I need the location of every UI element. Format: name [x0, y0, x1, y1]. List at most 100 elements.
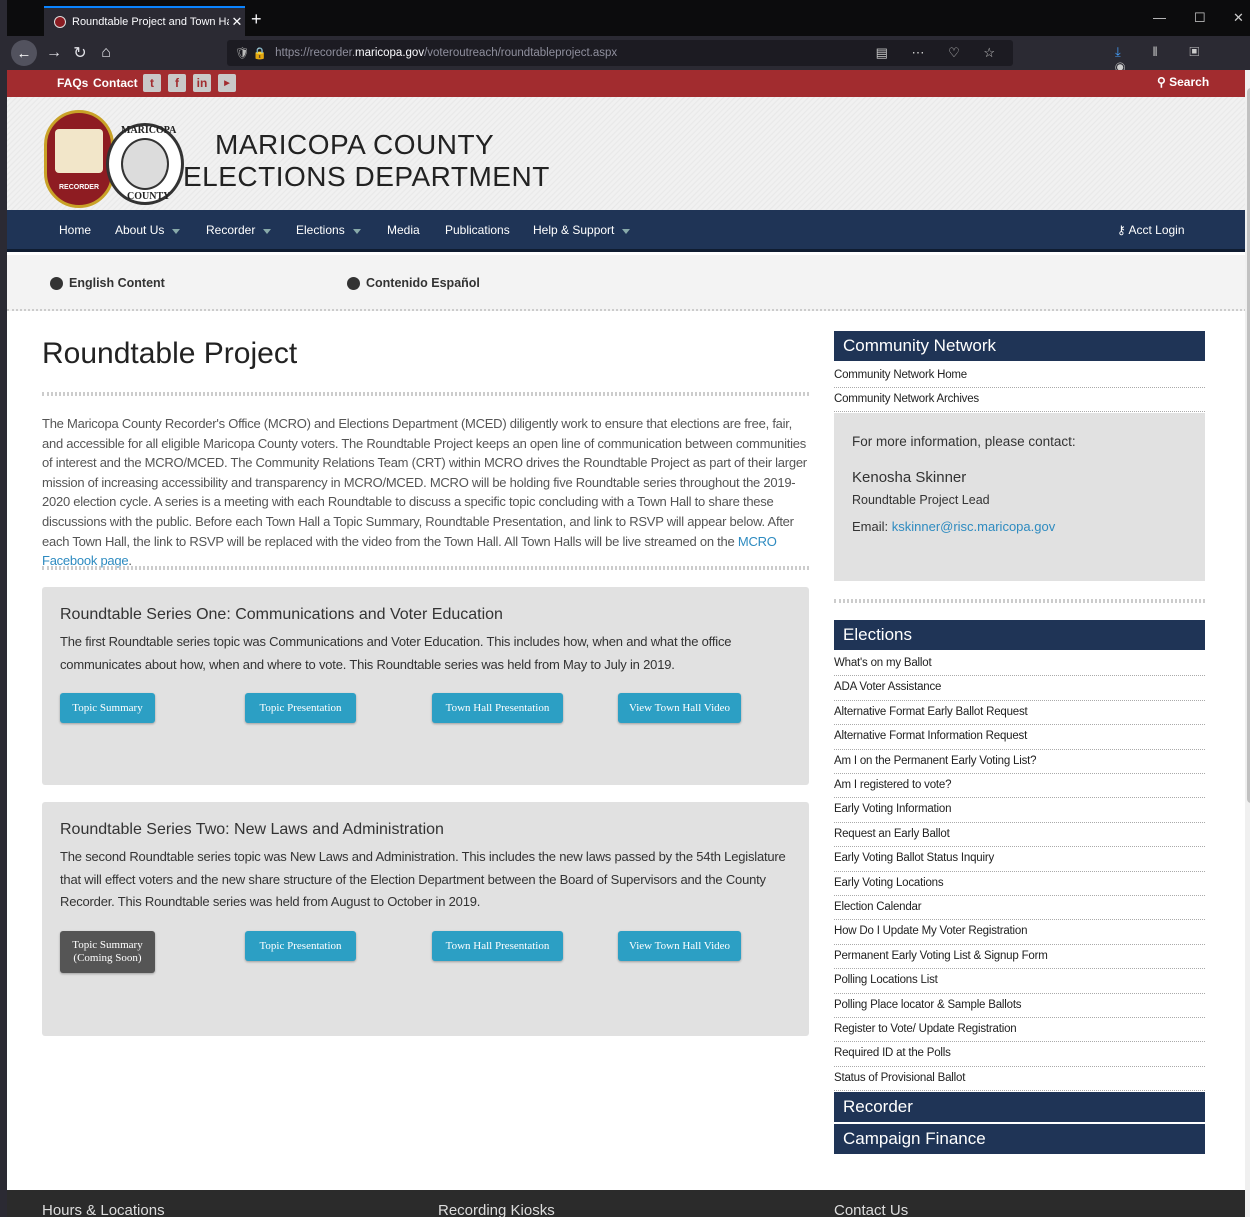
radio-icon — [347, 276, 360, 290]
sidebar-link-election-item[interactable]: Alternative Format Information Request — [834, 725, 1205, 750]
sidebar-link-community-archives[interactable]: Community Network Archives — [834, 388, 1205, 413]
sidebar-link-election-item[interactable]: Register to Vote/ Update Registration — [834, 1018, 1205, 1043]
recorder-seal-logo[interactable]: RECORDER — [44, 110, 114, 208]
divider — [834, 599, 1205, 603]
youtube-icon[interactable]: ▶ — [218, 74, 236, 92]
view-town-hall-video-button[interactable]: View Town Hall Video — [618, 693, 741, 723]
sidebar-link-election-item[interactable]: Permanent Early Voting List & Signup For… — [834, 945, 1205, 970]
sidebar-link-community-home[interactable]: Community Network Home — [834, 364, 1205, 389]
url-domain: maricopa.gov — [355, 47, 425, 59]
english-content-option[interactable]: English Content — [50, 276, 165, 290]
sidebar-link-election-item[interactable]: Early Voting Information — [834, 798, 1205, 823]
forward-icon[interactable]: → — [41, 44, 67, 62]
new-tab-icon[interactable]: + — [251, 10, 262, 28]
language-bar: English Content Contenido Español — [7, 255, 1250, 311]
sidebar-link-election-item[interactable]: Status of Provisional Ballot — [834, 1067, 1205, 1092]
nav-help-support[interactable]: Help & Support — [533, 223, 631, 237]
acct-login-link[interactable]: ⚷ Acct Login — [1117, 223, 1185, 237]
email-link[interactable]: kskinner@risc.maricopa.gov — [892, 519, 1055, 534]
twitter-icon[interactable]: t — [143, 74, 161, 92]
series-one-heading: Roundtable Series One: Communications an… — [60, 606, 503, 623]
nav-elections[interactable]: Elections — [296, 223, 361, 237]
footer-recording-kiosks[interactable]: Recording Kiosks — [438, 1202, 555, 1217]
reload-icon[interactable]: ↻ — [67, 43, 93, 63]
close-tab-icon[interactable]: ✕ — [229, 14, 245, 30]
home-icon[interactable]: ⌂ — [93, 44, 119, 62]
footer-contact-us[interactable]: Contact Us — [834, 1202, 908, 1217]
nav-recorder[interactable]: Recorder — [206, 223, 272, 237]
utility-bar: FAQs Contact t f in ▶ ⚲ Search — [7, 70, 1250, 97]
topic-presentation-button[interactable]: Topic Presentation — [245, 931, 356, 961]
series-two-heading: Roundtable Series Two: New Laws and Admi… — [60, 821, 444, 838]
url-bar[interactable]: 🛡 🔒 https://recorder. maricopa.gov/votero… — [227, 40, 1013, 66]
back-icon[interactable]: ← — [11, 40, 37, 66]
sidebar-link-election-item[interactable]: Required ID at the Polls — [834, 1042, 1205, 1067]
footer-hours-locations[interactable]: Hours & Locations — [42, 1202, 165, 1217]
sidebar-link-election-item[interactable]: Alternative Format Early Ballot Request — [834, 701, 1205, 726]
sidebar-link-election-item[interactable]: How Do I Update My Voter Registration — [834, 920, 1205, 945]
url-prefix: https://recorder. — [275, 47, 356, 59]
chevron-down-icon — [352, 229, 361, 234]
view-town-hall-video-button[interactable]: View Town Hall Video — [618, 931, 741, 961]
series-one-text: The first Roundtable series topic was Co… — [60, 634, 732, 672]
window-close-icon[interactable]: ✕ — [1233, 10, 1244, 26]
search-link[interactable]: ⚲ Search — [1157, 75, 1209, 89]
sidebar-link-election-item[interactable]: Election Calendar — [834, 896, 1205, 921]
browser-toolbar: ← → ↻ ⌂ 🛡 🔒 https://recorder. maricopa.go… — [7, 36, 1250, 75]
nav-about-us[interactable]: About Us — [115, 223, 181, 237]
minimize-icon[interactable]: — — [1153, 10, 1166, 25]
campaign-finance-heading[interactable]: Campaign Finance — [834, 1124, 1205, 1154]
intro-paragraph: The Maricopa County Recorder's Office (M… — [42, 416, 807, 569]
elections-heading: Elections — [834, 620, 1205, 650]
sidebar-link-election-item[interactable]: Request an Early Ballot — [834, 823, 1205, 848]
town-hall-presentation-button[interactable]: Town Hall Presentation — [432, 931, 563, 961]
series-one-panel: Roundtable Series One: Communications an… — [42, 587, 809, 785]
chevron-down-icon — [622, 229, 631, 234]
radio-icon — [50, 276, 63, 290]
series-two-text: The second Roundtable series topic was N… — [60, 849, 786, 910]
series-two-panel: Roundtable Series Two: New Laws and Admi… — [42, 802, 809, 1036]
key-icon: ⚷ — [1117, 223, 1129, 237]
page-scrollbar[interactable] — [1245, 70, 1250, 1217]
sidebar-link-election-item[interactable]: ADA Voter Assistance — [834, 676, 1205, 701]
chevron-down-icon — [172, 229, 181, 234]
seal-top-text: MARICOPA — [121, 125, 177, 136]
site-header: RECORDER MARICOPA COUNTY MARICOPA COUNTY… — [7, 97, 1250, 210]
spanish-content-option[interactable]: Contenido Español — [347, 276, 480, 290]
url-actions-icon[interactable]: ▤ ⋯ ♡ ☆ — [876, 45, 1005, 61]
sidebar-link-election-item[interactable]: Am I registered to vote? — [834, 774, 1205, 799]
browser-tab[interactable]: Roundtable Project and Town Hall ✕ — [44, 6, 245, 36]
sidebar-link-election-item[interactable]: What's on my Ballot — [834, 652, 1205, 677]
site-title-line2: ELECTIONS DEPARTMENT — [183, 161, 550, 192]
download-icon: ⤓ — [1115, 44, 1135, 59]
divider — [42, 566, 809, 570]
recorder-heading[interactable]: Recorder — [834, 1092, 1205, 1122]
contact-link[interactable]: Contact — [93, 76, 138, 90]
divider — [42, 392, 809, 396]
sidebar-link-election-item[interactable]: Early Voting Locations — [834, 872, 1205, 896]
town-hall-presentation-button[interactable]: Town Hall Presentation — [432, 693, 563, 723]
sidebar-link-election-item[interactable]: Am I on the Permanent Early Voting List? — [834, 750, 1205, 774]
topic-summary-button[interactable]: Topic Summary — [60, 693, 155, 723]
sidebar-link-election-item[interactable]: Early Voting Ballot Status Inquiry — [834, 847, 1205, 872]
linkedin-icon[interactable]: in — [193, 74, 211, 92]
seal-bottom-text: COUNTY — [127, 191, 171, 202]
search-icon: ⚲ — [1157, 75, 1170, 89]
nav-media[interactable]: Media — [387, 223, 420, 237]
county-seal-logo[interactable]: MARICOPA COUNTY — [106, 123, 184, 205]
topic-summary-coming-soon-button[interactable]: Topic Summary (Coming Soon) — [60, 931, 155, 973]
shield-lock-icon: 🛡 🔒 — [235, 48, 268, 60]
sidebar-link-election-item[interactable]: Polling Place locator & Sample Ballots — [834, 994, 1205, 1018]
chevron-down-icon — [263, 229, 272, 234]
seal-label: RECORDER — [58, 184, 100, 191]
search-label: Search — [1169, 75, 1210, 89]
faqs-link[interactable]: FAQs — [57, 76, 88, 90]
facebook-icon[interactable]: f — [168, 74, 186, 92]
maximize-icon[interactable]: ☐ — [1194, 10, 1206, 26]
nav-publications[interactable]: Publications — [445, 223, 510, 237]
topic-presentation-button[interactable]: Topic Presentation — [245, 693, 356, 723]
tab-title: Roundtable Project and Town Hall — [72, 16, 229, 28]
contact-intro: For more information, please contact: — [852, 434, 1076, 449]
nav-home[interactable]: Home — [59, 223, 91, 237]
sidebar-link-election-item[interactable]: Polling Locations List — [834, 969, 1205, 994]
